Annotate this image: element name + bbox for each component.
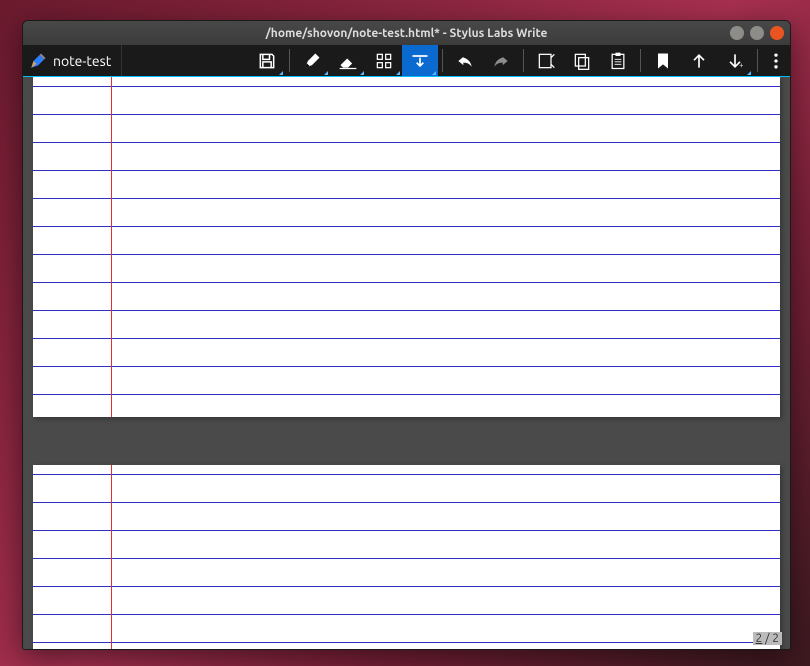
bookmark-icon bbox=[653, 51, 673, 71]
toolbar-spacer bbox=[122, 45, 249, 76]
insert-space-tool-button[interactable] bbox=[402, 45, 438, 76]
menu-button[interactable] bbox=[762, 45, 790, 76]
separator bbox=[757, 49, 758, 72]
chevron-down-icon bbox=[279, 71, 283, 75]
pen-icon bbox=[302, 51, 322, 71]
page-1[interactable] bbox=[33, 77, 780, 417]
paste-icon bbox=[608, 51, 628, 71]
margin-line bbox=[111, 465, 112, 649]
margin-line bbox=[111, 77, 112, 417]
chevron-down-icon bbox=[324, 71, 328, 75]
page-2[interactable] bbox=[33, 465, 780, 649]
window-title: /home/shovon/note-test.html* - Stylus La… bbox=[23, 27, 790, 40]
page-counter[interactable]: 2 / 2 bbox=[753, 632, 782, 645]
document-tab[interactable]: note-test bbox=[23, 45, 122, 76]
select-tool-button[interactable] bbox=[366, 45, 402, 76]
save-button[interactable] bbox=[249, 45, 285, 76]
save-icon bbox=[257, 51, 277, 71]
chevron-down-icon bbox=[396, 71, 400, 75]
copy-icon bbox=[572, 51, 592, 71]
app-window: /home/shovon/note-test.html* - Stylus La… bbox=[22, 20, 791, 650]
close-button[interactable] bbox=[770, 26, 784, 40]
undo-button[interactable] bbox=[447, 45, 483, 76]
menu-icon bbox=[766, 51, 786, 71]
chevron-down-icon bbox=[360, 71, 364, 75]
clipboard-button[interactable] bbox=[528, 45, 564, 76]
toolbar: note-test bbox=[23, 45, 790, 77]
separator bbox=[442, 49, 443, 72]
eraser-tool-button[interactable] bbox=[330, 45, 366, 76]
window-controls bbox=[730, 26, 784, 40]
pen-tool-button[interactable] bbox=[294, 45, 330, 76]
undo-icon bbox=[455, 51, 475, 71]
insert-space-icon bbox=[410, 51, 430, 71]
paste-button[interactable] bbox=[600, 45, 636, 76]
arrow-up-icon bbox=[689, 51, 709, 71]
maximize-button[interactable] bbox=[750, 26, 764, 40]
copy-button[interactable] bbox=[564, 45, 600, 76]
minimize-button[interactable] bbox=[730, 26, 744, 40]
chevron-down-icon bbox=[747, 71, 751, 75]
redo-icon bbox=[491, 51, 511, 71]
tool-group: + bbox=[249, 45, 790, 76]
next-page-button[interactable]: + bbox=[717, 45, 753, 76]
separator bbox=[523, 49, 524, 72]
arrow-down-icon: + bbox=[725, 51, 745, 71]
chevron-down-icon bbox=[432, 71, 436, 75]
svg-text:+: + bbox=[739, 61, 743, 69]
ruled-lines bbox=[33, 77, 780, 417]
pencil-icon bbox=[29, 52, 47, 70]
separator bbox=[640, 49, 641, 72]
ruled-lines bbox=[33, 465, 780, 649]
cut-icon bbox=[536, 51, 556, 71]
current-page: 2 bbox=[756, 632, 763, 645]
bookmark-button[interactable] bbox=[645, 45, 681, 76]
redo-button[interactable] bbox=[483, 45, 519, 76]
canvas-area[interactable]: 2 / 2 bbox=[23, 77, 790, 649]
total-pages: 2 bbox=[772, 632, 779, 645]
eraser-icon bbox=[338, 51, 358, 71]
select-icon bbox=[374, 51, 394, 71]
prev-page-button[interactable] bbox=[681, 45, 717, 76]
separator bbox=[289, 49, 290, 72]
tab-label: note-test bbox=[53, 53, 111, 69]
titlebar[interactable]: /home/shovon/note-test.html* - Stylus La… bbox=[23, 21, 790, 45]
